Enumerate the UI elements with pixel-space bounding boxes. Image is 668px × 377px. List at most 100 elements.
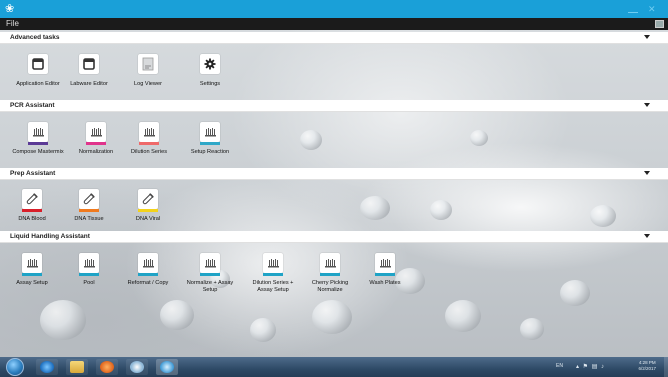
tile-normalization[interactable]: Normalization — [68, 122, 124, 170]
tile-label: Setup Reaction — [190, 149, 230, 155]
water-drop — [40, 300, 86, 340]
tile-log-viewer[interactable]: Log Viewer — [120, 54, 176, 102]
tile-label: Cherry Picking Normalize — [311, 280, 349, 293]
tile-label: Normalization — [78, 149, 114, 155]
tile-setup-reaction[interactable]: Setup Reaction — [182, 122, 238, 170]
tile-label: Labware Editor — [70, 81, 108, 87]
taskbar-app-button[interactable] — [126, 359, 148, 375]
window-icon — [28, 54, 48, 74]
section-header-liquid-handling-assistant[interactable]: Liquid Handling Assistant — [0, 231, 668, 243]
tile-dna-tissue[interactable]: DNA Tissue — [61, 189, 117, 237]
water-drop — [160, 300, 194, 330]
tile-labware-editor[interactable]: Labware Editor — [61, 54, 117, 102]
category-color-bar — [139, 142, 159, 145]
log-icon — [138, 54, 158, 74]
tile-label: Compose Mastermix — [12, 149, 64, 155]
clock-date: 6/2/2017 — [638, 366, 656, 371]
clock[interactable]: 4:28 PM 6/2/2017 — [638, 360, 656, 372]
collapse-arrow-icon[interactable] — [644, 103, 650, 107]
tile-settings[interactable]: Settings — [182, 54, 238, 102]
menu-file[interactable]: File — [6, 19, 19, 29]
category-color-bar — [138, 209, 158, 212]
water-drop — [430, 200, 452, 220]
tile-assay-setup[interactable]: Assay Setup — [4, 253, 60, 301]
plate-icon — [138, 253, 158, 273]
water-drop — [445, 300, 481, 332]
browser-icon — [40, 361, 54, 373]
plate-icon — [200, 253, 220, 273]
water-drop — [560, 280, 590, 306]
plate-icon — [86, 122, 106, 142]
section-header-advanced-tasks[interactable]: Advanced tasks — [0, 32, 668, 44]
tile-label: Pool — [83, 280, 95, 286]
tube-icon — [22, 189, 42, 209]
tile-application-editor[interactable]: Application Editor — [10, 54, 66, 102]
tile-reformat-copy[interactable]: Reformat / Copy — [120, 253, 176, 301]
section-header-prep-assistant[interactable]: Prep Assistant — [0, 168, 668, 180]
tube-icon — [138, 189, 158, 209]
window-icon — [79, 54, 99, 74]
screen-icon[interactable] — [655, 20, 664, 28]
category-color-bar — [320, 273, 340, 276]
tile-label: Assay Setup — [16, 280, 48, 286]
tile-dilution-series[interactable]: Dilution Series — [121, 122, 177, 170]
taskbar-explorer-button[interactable] — [66, 359, 88, 375]
category-color-bar — [28, 142, 48, 145]
title-bar: ❀ ✕ — [0, 0, 668, 18]
start-button[interactable] — [6, 358, 24, 376]
tile-label: Application Editor — [16, 81, 60, 87]
water-drop — [520, 318, 544, 340]
tile-label: Settings — [199, 81, 221, 87]
section-header-pcr-assistant[interactable]: PCR Assistant — [0, 100, 668, 112]
category-color-bar — [200, 273, 220, 276]
water-drop — [300, 130, 322, 150]
category-color-bar — [200, 142, 220, 145]
menu-bar: File — [0, 18, 668, 30]
active-app-icon — [160, 361, 174, 373]
tile-dilution-series-assay-setup[interactable]: Dilution Series + Assay Setup — [245, 253, 301, 301]
tile-dna-viral[interactable]: DNA Viral — [120, 189, 176, 237]
plate-icon — [263, 253, 283, 273]
tile-label: Wash Plates — [369, 280, 401, 286]
plate-icon — [79, 253, 99, 273]
plate-icon — [200, 122, 220, 142]
tile-cherry-picking-normalize[interactable]: Cherry Picking Normalize — [302, 253, 358, 301]
tile-label: Log Viewer — [134, 81, 162, 87]
water-drop — [360, 196, 390, 220]
tile-pool[interactable]: Pool — [61, 253, 117, 301]
close-icon[interactable]: ✕ — [648, 4, 658, 14]
water-drop — [250, 318, 276, 342]
water-drop — [590, 205, 616, 227]
tile-wash-plates[interactable]: Wash Plates — [357, 253, 413, 301]
tile-dna-blood[interactable]: DNA Blood — [4, 189, 60, 237]
tile-label: DNA Blood — [18, 216, 46, 222]
plate-icon — [139, 122, 159, 142]
taskbar-media-button[interactable] — [96, 359, 118, 375]
system-tray: EN ▴ ⚑ ▤ ♪ 4:28 PM 6/2/2017 — [554, 357, 664, 377]
category-color-bar — [22, 273, 42, 276]
water-drop — [470, 130, 488, 146]
tile-label: DNA Viral — [135, 216, 161, 222]
plate-icon — [28, 122, 48, 142]
language-indicator[interactable]: EN — [556, 363, 563, 369]
media-player-icon — [100, 361, 114, 373]
tile-normalize-assay-setup[interactable]: Normalize + Assay Setup — [182, 253, 238, 301]
taskbar-active-app-button[interactable] — [156, 359, 178, 375]
category-color-bar — [79, 273, 99, 276]
show-desktop-button[interactable] — [664, 357, 668, 377]
category-color-bar — [263, 273, 283, 276]
tile-label: DNA Tissue — [74, 216, 104, 222]
tile-compose-mastermix[interactable]: Compose Mastermix — [10, 122, 66, 170]
taskbar-ie-button[interactable] — [36, 359, 58, 375]
category-color-bar — [79, 209, 99, 212]
app-icon — [130, 361, 144, 373]
plate-icon — [22, 253, 42, 273]
tray-icons[interactable]: ▴ ⚑ ▤ ♪ — [576, 363, 605, 370]
collapse-arrow-icon[interactable] — [644, 171, 650, 175]
section-title: Advanced tasks — [10, 34, 60, 41]
collapse-arrow-icon[interactable] — [644, 234, 650, 238]
minimize-icon[interactable] — [628, 3, 638, 13]
tube-icon — [79, 189, 99, 209]
collapse-arrow-icon[interactable] — [644, 35, 650, 39]
plate-icon — [375, 253, 395, 273]
